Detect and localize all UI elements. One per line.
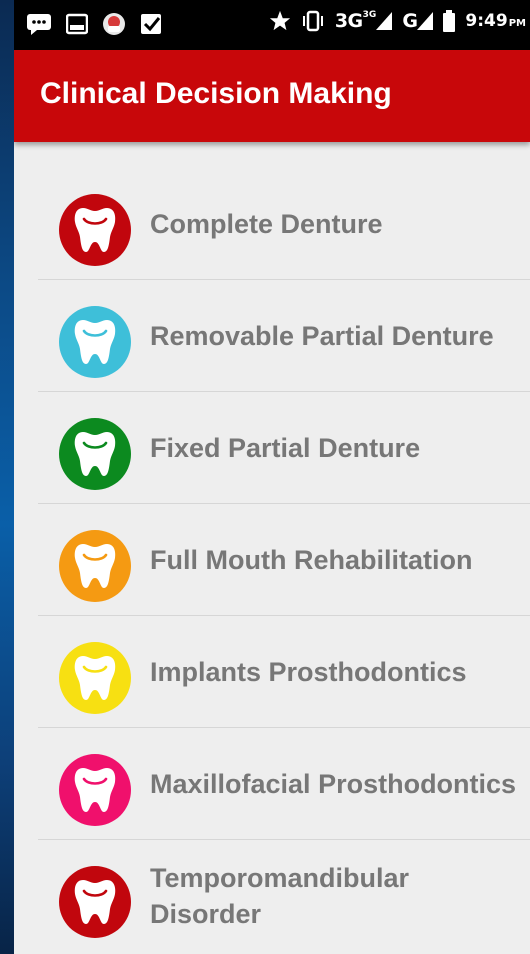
app-avatar-icon — [102, 12, 126, 36]
app-bar: Clinical Decision Making — [14, 50, 530, 142]
notification-icons — [26, 12, 164, 36]
menu-item-label: Fixed Partial Denture — [150, 432, 421, 463]
network-type-2: G — [402, 10, 418, 32]
gallery-icon — [66, 13, 88, 35]
menu-item-label: Complete Denture — [150, 208, 383, 239]
menu-item-label: Removable Partial Denture — [150, 320, 494, 351]
tooth-icon — [74, 880, 116, 924]
signal-g-icon: G — [402, 10, 434, 32]
menu-item-icon — [59, 194, 131, 266]
menu-item[interactable]: Fixed Partial Denture — [38, 392, 530, 504]
network-type-sup: 3G — [362, 10, 377, 20]
network-type: 3G — [334, 10, 363, 32]
menu-item[interactable]: Complete Denture — [38, 168, 530, 280]
menu-item-icon — [59, 642, 131, 714]
clock-suffix: PM — [508, 17, 526, 29]
battery-icon — [443, 10, 456, 32]
menu-item-label: Implants Prosthodontics — [150, 656, 467, 687]
tooth-icon — [74, 320, 116, 364]
menu-item[interactable]: Maxillofacial Prosthodontics — [38, 728, 530, 840]
menu-item-icon — [59, 754, 131, 826]
system-icons: 3G 3G G 9:49 PM — [269, 10, 526, 32]
message-icon — [26, 13, 52, 35]
menu-item-icon — [59, 530, 131, 602]
menu-item-label: Full Mouth Rehabilitation — [150, 544, 473, 575]
tooth-icon — [74, 544, 116, 588]
menu-item-label: Temporomandibular Disorder — [150, 862, 410, 929]
tooth-icon — [74, 768, 116, 812]
clock-time: 9:49 — [465, 11, 508, 31]
menu-item[interactable]: Implants Prosthodontics — [38, 616, 530, 728]
status-bar: 3G 3G G 9:49 PM — [14, 0, 530, 50]
app-title: Clinical Decision Making — [40, 77, 392, 110]
menu-item[interactable]: Removable Partial Denture — [38, 280, 530, 392]
menu-item-icon — [59, 306, 131, 378]
menu-item-icon — [59, 866, 131, 938]
menu-item-label: Maxillofacial Prosthodontics — [150, 768, 517, 799]
menu-item[interactable]: Full Mouth Rehabilitation — [38, 504, 530, 616]
tooth-icon — [74, 432, 116, 476]
tooth-icon — [74, 656, 116, 700]
menu-list: Complete Denture Removable Partial Dentur… — [38, 168, 530, 951]
vibrate-icon — [301, 10, 325, 32]
menu-item-icon — [59, 418, 131, 490]
checkbox-icon — [140, 13, 164, 35]
signal-3g-icon: 3G 3G — [334, 10, 393, 32]
star-icon — [269, 10, 291, 32]
clock: 9:49 PM — [465, 11, 526, 31]
tooth-icon — [74, 208, 116, 252]
phone-screen: 3G 3G G 9:49 PM Clinical Decision Making… — [14, 0, 530, 954]
menu-item[interactable]: Temporomandibular Disorder — [38, 840, 530, 951]
